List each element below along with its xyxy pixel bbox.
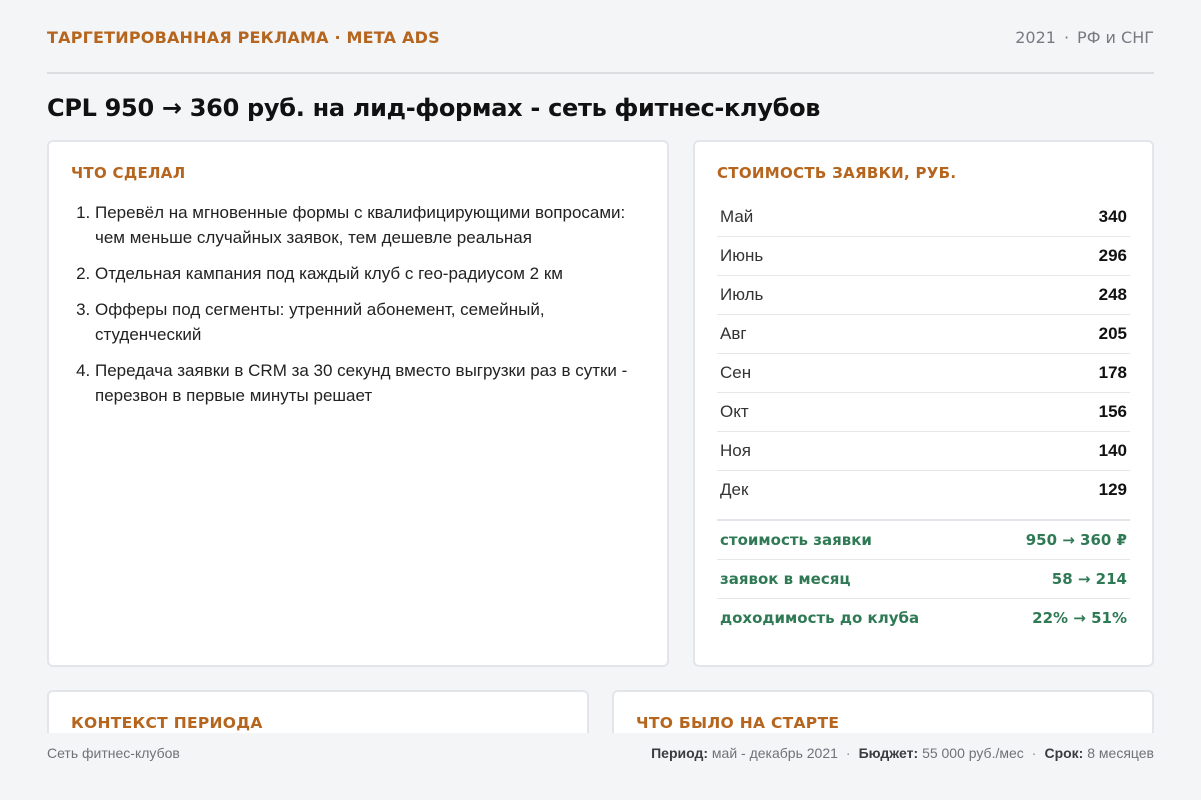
secondary-row: КОНТЕКСТ ПЕРИОДА ЧТО БЫЛО НА СТАРТЕ bbox=[47, 690, 1154, 733]
done-card: ЧТО СДЕЛАЛ Перевёл на мгновенные формы с… bbox=[47, 140, 669, 667]
month-value: 340 bbox=[1098, 207, 1127, 226]
table-row: Июль 248 bbox=[717, 276, 1130, 315]
month-value: 205 bbox=[1098, 324, 1127, 343]
cost-card-title: СТОИМОСТЬ ЗАЯВКИ, РУБ. bbox=[717, 164, 957, 182]
summary-label: доходимость до клуба bbox=[720, 609, 920, 627]
month-value: 178 bbox=[1098, 363, 1127, 382]
term-value: 8 месяцев bbox=[1087, 745, 1154, 761]
month-value: 296 bbox=[1098, 246, 1127, 265]
monthly-cost-table: Май 340 Июнь 296 Июль 248 Авг 205 Сен 17… bbox=[717, 198, 1130, 509]
month-label: Ноя bbox=[720, 441, 751, 460]
done-item: Офферы под сегменты: утренний абонемент,… bbox=[95, 297, 645, 347]
cost-card: СТОИМОСТЬ ЗАЯВКИ, РУБ. Май 340 Июнь 296 … bbox=[693, 140, 1154, 667]
separator-dot: · bbox=[845, 745, 851, 761]
table-row: Дек 129 bbox=[717, 471, 1130, 509]
month-label: Май bbox=[720, 207, 754, 226]
month-label: Дек bbox=[720, 480, 749, 499]
month-value: 140 bbox=[1098, 441, 1127, 460]
table-row: Сен 178 bbox=[717, 354, 1130, 393]
done-item: Перевёл на мгновенные формы с квалифицир… bbox=[95, 200, 645, 250]
month-value: 129 bbox=[1098, 480, 1127, 499]
done-item: Отдельная кампания под каждый клуб с гео… bbox=[95, 261, 645, 286]
month-label: Июнь bbox=[720, 246, 764, 265]
page-footer: Сеть фитнес-клубов Период: май - декабрь… bbox=[47, 733, 1154, 773]
region-label: РФ и СНГ bbox=[1077, 27, 1154, 47]
month-label: Авг bbox=[720, 324, 747, 343]
table-row: Май 340 bbox=[717, 198, 1130, 237]
context-card: КОНТЕКСТ ПЕРИОДА bbox=[47, 690, 589, 733]
period-value: май - декабрь 2021 bbox=[711, 745, 838, 761]
table-row: Июнь 296 bbox=[717, 237, 1130, 276]
start-card-title: ЧТО БЫЛО НА СТАРТЕ bbox=[636, 714, 840, 732]
summary-row: стоимость заявки 950 → 360 ₽ bbox=[717, 521, 1130, 560]
client-name: Сеть фитнес-клубов bbox=[47, 745, 180, 761]
summary-row: заявок в месяц 58 → 214 bbox=[717, 560, 1130, 599]
summary-label: стоимость заявки bbox=[720, 531, 872, 549]
summary-value: 22% → 51% bbox=[1032, 609, 1127, 627]
start-card: ЧТО БЫЛО НА СТАРТЕ bbox=[612, 690, 1154, 733]
month-value: 156 bbox=[1098, 402, 1127, 421]
month-value: 248 bbox=[1098, 285, 1127, 304]
table-row: Окт 156 bbox=[717, 393, 1130, 432]
month-label: Окт bbox=[720, 402, 749, 421]
context-card-title: КОНТЕКСТ ПЕРИОДА bbox=[71, 714, 263, 732]
summary-value: 950 → 360 ₽ bbox=[1025, 531, 1127, 549]
month-label: Сен bbox=[720, 363, 752, 382]
category-kicker: ТАРГЕТИРОВАННАЯ РЕКЛАМА · META ADS bbox=[47, 27, 440, 47]
term-label: Срок: bbox=[1044, 745, 1084, 761]
table-row: Авг 205 bbox=[717, 315, 1130, 354]
year-label: 2021 bbox=[1015, 27, 1056, 47]
meta-info: 2021 · РФ и СНГ bbox=[1015, 28, 1154, 47]
top-bar: ТАРГЕТИРОВАННАЯ РЕКЛАМА · META ADS 2021 ·… bbox=[47, 0, 1154, 74]
table-row: Ноя 140 bbox=[717, 432, 1130, 471]
budget-label: Бюджет: bbox=[858, 745, 919, 761]
done-item: Передача заявки в CRM за 30 секунд вмест… bbox=[95, 358, 645, 408]
done-card-title: ЧТО СДЕЛАЛ bbox=[71, 164, 186, 182]
summary-value: 58 → 214 bbox=[1051, 570, 1127, 588]
project-facts: Период: май - декабрь 2021 · Бюджет: 55 00… bbox=[651, 745, 1154, 761]
separator-dot: · bbox=[1063, 27, 1070, 47]
month-label: Июль bbox=[720, 285, 764, 304]
budget-value: 55 000 руб./мес bbox=[922, 745, 1024, 761]
period-label: Период: bbox=[651, 745, 709, 761]
summary-block: стоимость заявки 950 → 360 ₽ заявок в ме… bbox=[717, 519, 1130, 637]
summary-row: доходимость до клуба 22% → 51% bbox=[717, 599, 1130, 637]
done-list: Перевёл на мгновенные формы с квалифицир… bbox=[71, 200, 645, 408]
summary-label: заявок в месяц bbox=[720, 570, 851, 588]
main-row: ЧТО СДЕЛАЛ Перевёл на мгновенные формы с… bbox=[47, 140, 1154, 667]
separator-dot: · bbox=[1031, 745, 1037, 761]
page-title: CPL 950 → 360 руб. на лид-формах - сеть … bbox=[47, 94, 821, 122]
